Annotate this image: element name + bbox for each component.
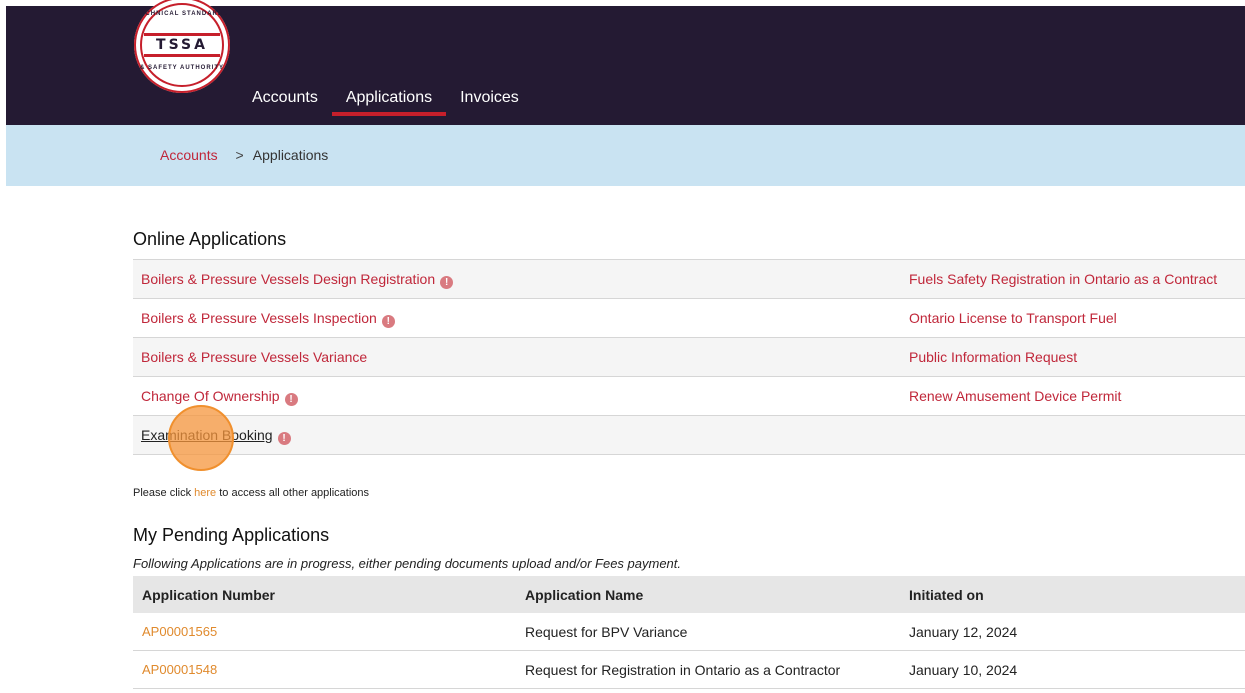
application-number-link[interactable]: AP00001565 — [142, 624, 217, 639]
app-link-label[interactable]: Change Of Ownership — [141, 388, 280, 404]
app-link-license-transport-fuel[interactable]: Ontario License to Transport Fuel — [909, 310, 1117, 326]
breadcrumb: Accounts > Applications — [160, 147, 328, 163]
info-icon[interactable]: ! — [284, 393, 298, 406]
app-link-label[interactable]: Boilers & Pressure Vessels Inspection — [141, 310, 377, 326]
top-header: TECHNICAL STANDARDS TSSA & SAFETY AUTHOR… — [6, 0, 1245, 125]
app-link-fuels-safety-registration[interactable]: Fuels Safety Registration in Ontario as … — [909, 271, 1217, 287]
breadcrumb-separator: > — [235, 147, 244, 163]
other-apps-text-before: Please click — [133, 487, 195, 499]
pending-applications-table: Application Number Application Name Init… — [133, 576, 1245, 689]
info-icon[interactable]: ! — [381, 315, 395, 328]
application-name: Request for Registration in Ontario as a… — [525, 662, 841, 678]
online-applications-heading: Online Applications — [133, 229, 287, 249]
app-link-bpv-inspection[interactable]: Boilers & Pressure Vessels Inspection! — [141, 310, 395, 328]
initiated-date: January 12, 2024 — [909, 624, 1018, 640]
page-frame: TECHNICAL STANDARDS TSSA & SAFETY AUTHOR… — [6, 0, 1245, 693]
click-highlight — [168, 405, 234, 471]
table-row: Boilers & Pressure Vessels Design Regist… — [133, 259, 1245, 298]
table-row: Change Of Ownership! Renew Amusement Dev… — [133, 376, 1245, 415]
logo-arc-top: TECHNICAL STANDARDS — [135, 11, 229, 17]
logo-center-text: TSSA — [144, 33, 220, 57]
breadcrumb-accounts[interactable]: Accounts — [160, 147, 218, 163]
table-header: Application Number Application Name Init… — [133, 576, 1245, 613]
main-nav: Accounts Applications Invoices — [238, 88, 533, 116]
table-row: Boilers & Pressure Vessels Inspection! O… — [133, 298, 1245, 337]
logo-arc-bottom: & SAFETY AUTHORITY — [139, 65, 224, 71]
header-initiated-on: Initiated on — [909, 587, 984, 603]
initiated-date: January 10, 2024 — [909, 662, 1018, 678]
table-row: AP00001565 Request for BPV Variance Janu… — [133, 613, 1245, 651]
app-link-renew-amusement-device[interactable]: Renew Amusement Device Permit — [909, 388, 1121, 404]
other-apps-here-link[interactable]: here — [194, 487, 216, 499]
table-row: Boilers & Pressure Vessels Variance Publ… — [133, 337, 1245, 376]
header-application-name: Application Name — [525, 587, 644, 603]
breadcrumb-current: Applications — [252, 147, 329, 163]
pending-applications-heading: My Pending Applications — [133, 525, 330, 545]
app-link-public-information-request[interactable]: Public Information Request — [909, 349, 1077, 365]
app-link-change-of-ownership[interactable]: Change Of Ownership! — [141, 388, 298, 406]
application-number-link[interactable]: AP00001548 — [142, 662, 217, 677]
nav-applications[interactable]: Applications — [331, 88, 447, 116]
other-applications-note: Please click here to access all other ap… — [133, 487, 369, 499]
app-link-bpv-variance[interactable]: Boilers & Pressure Vessels Variance — [141, 349, 367, 365]
app-link-label[interactable]: Boilers & Pressure Vessels Design Regist… — [141, 271, 435, 287]
pending-applications-note: Following Applications are in progress, … — [133, 556, 682, 571]
info-icon[interactable]: ! — [440, 276, 454, 289]
table-row: Examination Booking! — [133, 415, 1245, 455]
app-link-label[interactable]: Boilers & Pressure Vessels Variance — [141, 349, 367, 365]
application-name: Request for BPV Variance — [525, 624, 688, 640]
table-row: AP00001548 Request for Registration in O… — [133, 651, 1245, 689]
nav-accounts[interactable]: Accounts — [238, 88, 332, 116]
online-applications-table: Boilers & Pressure Vessels Design Regist… — [133, 259, 1245, 455]
tssa-logo[interactable]: TECHNICAL STANDARDS TSSA & SAFETY AUTHOR… — [134, 0, 230, 93]
breadcrumb-bar: Accounts > Applications — [6, 125, 1245, 186]
app-link-bpv-design-registration[interactable]: Boilers & Pressure Vessels Design Regist… — [141, 271, 454, 289]
info-icon[interactable]: ! — [277, 432, 291, 445]
header-application-number: Application Number — [142, 587, 276, 603]
other-apps-text-after: to access all other applications — [216, 487, 370, 499]
nav-invoices[interactable]: Invoices — [446, 88, 533, 116]
